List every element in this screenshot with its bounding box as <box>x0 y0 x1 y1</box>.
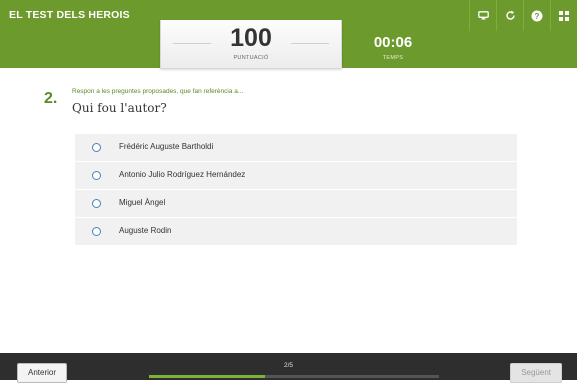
help-icon[interactable]: ? <box>523 0 550 31</box>
answer-label: Auguste Rodin <box>119 226 172 235</box>
answer-option[interactable]: Antonio Julio Rodríguez Hernández <box>75 162 517 189</box>
answer-label: Frédéric Auguste Bartholdi <box>119 142 214 151</box>
answer-label: Antonio Julio Rodríguez Hernández <box>119 170 246 179</box>
grid-icon[interactable] <box>550 0 577 31</box>
cast-icon[interactable] <box>469 0 496 31</box>
answer-list: Frédéric Auguste Bartholdi Antonio Julio… <box>75 134 517 246</box>
answer-option[interactable]: Miguel Àngel <box>75 190 517 217</box>
next-button[interactable]: Següent <box>510 363 562 383</box>
progress-fill <box>149 375 265 378</box>
restart-icon[interactable] <box>496 0 523 31</box>
question-instruction: Respon a les preguntes proposades, que f… <box>72 88 244 95</box>
app-title: EL TEST DELS HEROIS <box>9 9 130 21</box>
answer-option[interactable]: Auguste Rodin <box>75 218 517 245</box>
answer-option[interactable]: Frédéric Auguste Bartholdi <box>75 134 517 161</box>
question-number: 2. <box>44 90 58 107</box>
svg-text:?: ? <box>535 12 540 21</box>
answer-label: Miguel Àngel <box>119 198 166 207</box>
radio-button[interactable] <box>92 143 101 152</box>
toolbar: ? <box>469 0 577 31</box>
progress-bar <box>149 375 439 378</box>
question-text: Qui fou l'autor? <box>72 101 167 115</box>
timer-value: 00:06 <box>373 34 413 51</box>
radio-button[interactable] <box>92 171 101 180</box>
radio-button[interactable] <box>92 199 101 208</box>
page-indicator: 2/5 <box>283 362 294 369</box>
score-value: 100 <box>230 24 272 52</box>
score-card: 100 PUNTUACIÓ <box>160 20 342 69</box>
timer-label: TEMPS <box>382 55 404 61</box>
bottom-bar: Anterior 2/5 Següent <box>0 353 577 383</box>
radio-button[interactable] <box>92 227 101 236</box>
score-label: PUNTUACIÓ <box>233 55 269 61</box>
